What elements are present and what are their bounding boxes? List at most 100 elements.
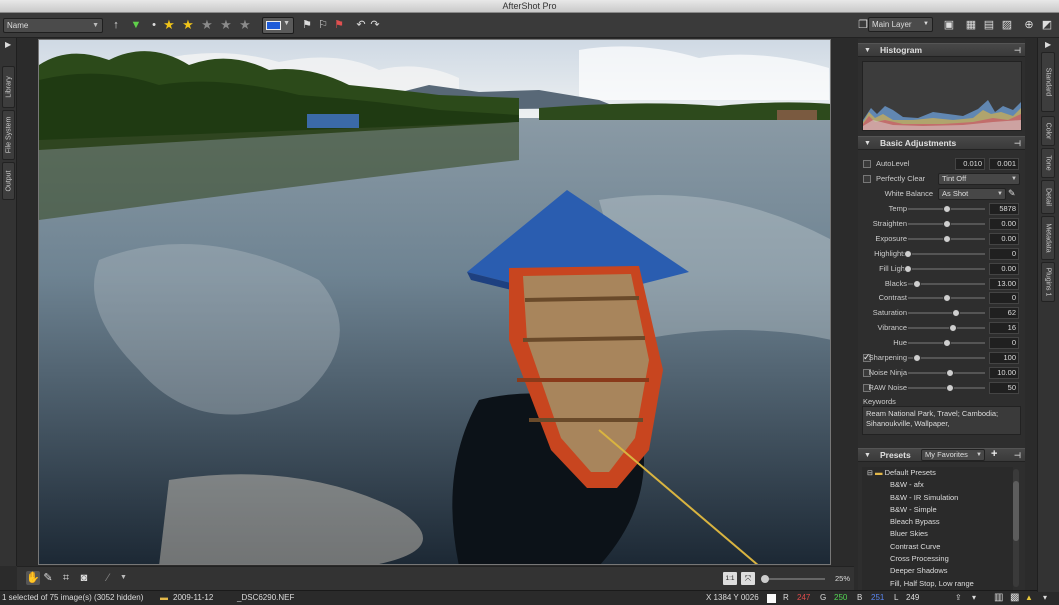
pin-icon[interactable]: ⊣ [1014, 449, 1021, 462]
redeye-icon[interactable]: ◙ [77, 571, 91, 585]
current-folder[interactable]: 2009-11-12 [173, 591, 213, 605]
preset-item[interactable]: Deeper Shadows [862, 565, 1013, 577]
histogram-header[interactable]: ▼ Histogram ⊣ [858, 43, 1025, 57]
perfectly-clear-select[interactable]: Tint Off ▼ [938, 173, 1020, 185]
temp-value[interactable]: 5878 [989, 203, 1019, 215]
raw-noise-slider-knob[interactable] [946, 383, 955, 392]
collapse-triangle-icon[interactable]: ▼ [864, 137, 871, 150]
preset-item[interactable]: B&W - IR Simulation [862, 492, 1013, 504]
hue-slider-knob[interactable] [942, 339, 951, 348]
sharpening-value[interactable]: 100 [989, 352, 1019, 364]
filmstrip-view-icon[interactable]: ▤ [982, 18, 996, 32]
noise-ninja-slider-knob[interactable] [946, 368, 955, 377]
save-icon[interactable]: ▩ [1010, 591, 1019, 605]
preset-item[interactable]: Cross Processing [862, 553, 1013, 565]
tab-output[interactable]: Output [2, 162, 15, 200]
white-balance-select[interactable]: As Shot ▼ [938, 188, 1006, 200]
expand-arrow-icon[interactable]: ▶ [1045, 40, 1051, 49]
temp-slider-knob[interactable] [942, 205, 951, 213]
pin-icon[interactable]: ⊣ [1014, 137, 1021, 150]
brush-icon[interactable]: ⁄ [101, 571, 115, 585]
filter-icon[interactable]: ▼ [129, 18, 143, 32]
zoom-slider-knob[interactable] [761, 575, 769, 583]
collapse-triangle-icon[interactable]: ▼ [864, 449, 871, 462]
collapse-triangle-icon[interactable]: ▼ [864, 44, 871, 57]
saturation-value[interactable]: 62 [989, 307, 1019, 320]
highlights-slider[interactable] [904, 249, 985, 258]
exposure-slider[interactable] [908, 234, 985, 243]
hand-tool-icon[interactable]: ✋ [26, 571, 40, 585]
contrast-value[interactable]: 0 [989, 292, 1019, 305]
export-icon[interactable]: ⇪ [955, 591, 962, 605]
rating-star-icon[interactable]: ★ [179, 18, 197, 32]
rating-star-icon[interactable]: ★ [217, 18, 235, 32]
rotate-right-icon[interactable]: ↷ [368, 18, 382, 32]
zoom-view-icon[interactable]: ⊕ [1022, 18, 1036, 32]
tab-file-system[interactable]: File System [2, 110, 15, 160]
fill-light-value[interactable]: 0.00 [989, 262, 1019, 275]
zoom-slider[interactable] [761, 575, 825, 583]
preset-item[interactable]: Contrast Curve [862, 541, 1013, 553]
sort-ascending-icon[interactable]: ↑ [109, 18, 123, 32]
sharpening-slider[interactable] [908, 354, 985, 362]
blacks-value[interactable]: 13.00 [989, 277, 1019, 290]
warning-icon[interactable]: ▲ [1025, 591, 1033, 605]
noise-ninja-slider[interactable] [908, 368, 985, 377]
crop-icon[interactable]: ⌗ [59, 571, 73, 585]
reject-flag-icon[interactable]: ⚑ [332, 18, 346, 32]
tab-color[interactable]: Color [1041, 116, 1055, 146]
add-preset-icon[interactable]: + [991, 448, 997, 461]
grid-view-icon[interactable]: ▦ [964, 18, 978, 32]
straighten-value[interactable]: 0.00 [989, 217, 1019, 230]
settings-view-icon[interactable]: ◩ [1040, 18, 1054, 32]
sort-select[interactable]: Name ▼ [3, 17, 103, 33]
chevron-down-icon[interactable]: ▾ [972, 591, 976, 605]
highlights-slider-knob[interactable] [904, 249, 912, 258]
chevron-down-icon[interactable]: ▾ [1043, 591, 1047, 605]
highlights-value[interactable]: 0 [989, 247, 1019, 260]
saturation-slider-knob[interactable] [951, 309, 960, 318]
hue-slider[interactable] [908, 339, 985, 348]
tab-tone[interactable]: Tone [1041, 148, 1055, 178]
rating-star-icon[interactable]: ★ [198, 18, 216, 32]
eyedropper-icon[interactable]: ✎ [41, 571, 55, 585]
rating-star-icon[interactable]: ★ [160, 18, 178, 32]
zoom-fit-button[interactable]: 1:1 [723, 572, 737, 585]
wb-eyedropper-icon[interactable]: ✎ [1008, 188, 1016, 199]
scrollbar-thumb[interactable] [1013, 481, 1019, 541]
pick-flag-icon[interactable]: ⚐ [316, 18, 330, 32]
presets-filter-select[interactable]: My Favorites ▼ [921, 449, 985, 461]
expand-arrow-icon[interactable]: ▶ [5, 40, 11, 49]
saturation-slider[interactable] [908, 309, 985, 318]
collapse-box-icon[interactable]: ⊟ [867, 470, 873, 477]
temp-slider[interactable] [908, 205, 985, 213]
layer-select[interactable]: Main Layer ▼ [868, 17, 933, 32]
rating-star-icon[interactable]: ★ [236, 18, 254, 32]
preset-item[interactable]: Bluer Skies [862, 528, 1013, 540]
tab-library[interactable]: Library [2, 66, 15, 108]
raw-noise-slider[interactable] [908, 383, 985, 392]
single-view-icon[interactable]: ▨ [1000, 18, 1014, 32]
preset-item[interactable]: B&W - afx [862, 479, 1013, 491]
image-viewer[interactable] [38, 39, 831, 565]
straighten-slider-knob[interactable] [942, 219, 951, 228]
contrast-slider-knob[interactable] [942, 294, 951, 303]
perfectly-clear-checkbox[interactable] [863, 175, 871, 183]
exposure-slider-knob[interactable] [942, 234, 951, 243]
raw-noise-value[interactable]: 50 [989, 381, 1019, 394]
chevron-down-icon[interactable]: ▼ [120, 574, 127, 581]
rating-stars[interactable]: ★ ★ ★ ★ ★ [159, 18, 254, 32]
preset-item[interactable]: Fill, Half Stop, Low range [862, 578, 1013, 590]
basic-adjustments-header[interactable]: ▼ Basic Adjustments ⊣ [858, 136, 1025, 150]
fill-light-slider[interactable] [904, 264, 985, 273]
pin-icon[interactable]: ⊣ [1014, 44, 1021, 57]
exposure-value[interactable]: 0.00 [989, 232, 1019, 245]
straighten-slider[interactable] [908, 219, 985, 228]
zoom-fill-icon[interactable]: ⤧ [741, 572, 755, 585]
preset-item[interactable]: B&W - Simple [862, 504, 1013, 516]
tab-plugins[interactable]: Plugins 1 [1041, 262, 1055, 302]
autolevel-checkbox[interactable] [863, 160, 871, 168]
blacks-slider-knob[interactable] [913, 279, 922, 288]
tab-standard[interactable]: Standard [1041, 52, 1055, 112]
vibrance-slider-knob[interactable] [948, 324, 957, 333]
